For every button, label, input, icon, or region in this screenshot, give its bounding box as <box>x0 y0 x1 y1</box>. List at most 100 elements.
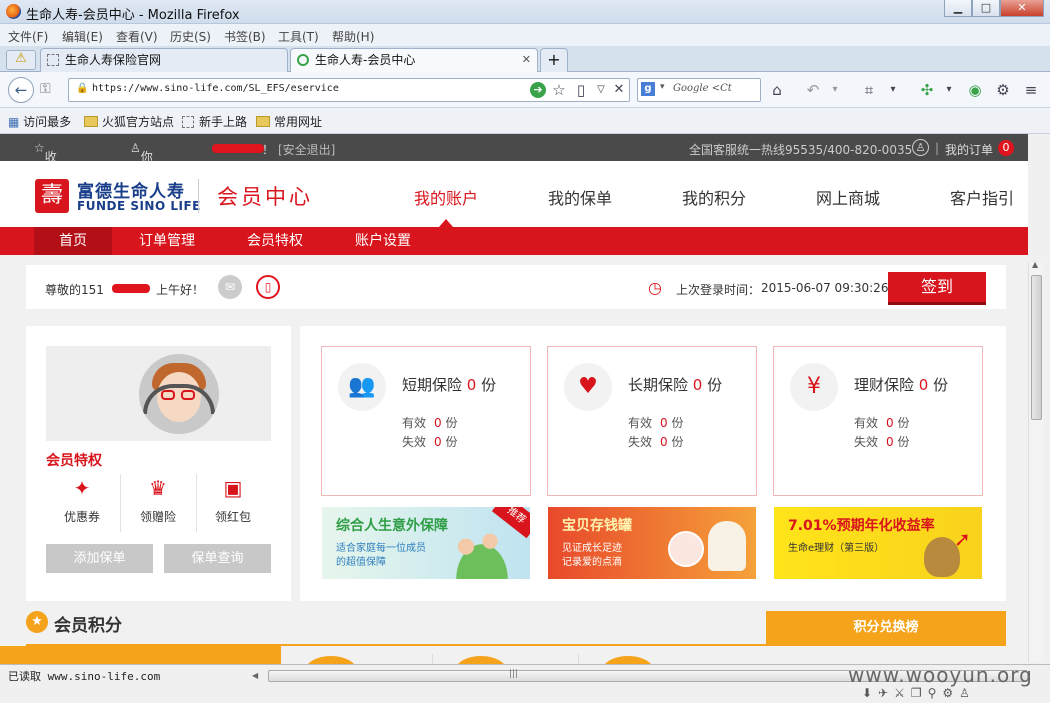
long-term-insurance-card[interactable]: ♥ 长期保险 0 份 有效 0 份 失效 0 份 <box>547 346 757 496</box>
extension-icon[interactable]: ⚙ <box>994 81 1012 99</box>
addon-dropdown-icon[interactable]: ▾ <box>940 81 958 99</box>
maximize-button[interactable]: □ <box>972 0 1000 17</box>
tab-member-center[interactable]: 生命人寿-会员中心 ✕ <box>290 48 538 73</box>
new-tab-button[interactable]: + <box>540 48 568 72</box>
sign-in-button[interactable]: 签到 <box>888 272 986 305</box>
undo-icon[interactable]: ↶ <box>804 81 822 99</box>
query-policy-button[interactable]: 保单查询 <box>164 544 271 573</box>
invalid-count: 失效 0 份 <box>854 435 910 449</box>
phone-icon[interactable]: ▯ <box>256 275 280 299</box>
user-icon[interactable]: ♙ <box>912 139 929 156</box>
undo-dropdown-icon[interactable]: ▾ <box>826 81 844 99</box>
gift-insurance-perk[interactable]: ♛ 领赠险 <box>123 476 193 525</box>
loading-icon <box>297 54 309 66</box>
home-icon[interactable]: ⌂ <box>768 81 786 99</box>
crop-icon[interactable]: ⌗ <box>860 81 878 99</box>
piggy-bank-banner[interactable]: 宝贝存钱罐 见证成长足迹 记录爱的点滴 <box>548 507 756 579</box>
redaction-mark <box>112 284 150 293</box>
logo-english-name[interactable]: FUNDE SINO LIFE <box>77 199 201 213</box>
page-icon <box>47 54 59 66</box>
scroll-up-icon[interactable]: ▲ <box>1032 260 1038 269</box>
google-icon[interactable]: g <box>641 82 655 96</box>
close-window-button[interactable]: ✕ <box>1000 0 1044 17</box>
navigation-toolbar: ← ⚿ 🔒 https://www.sino-life.com/SL_EFS/e… <box>0 72 1050 108</box>
sub-navigation: 首页 订单管理 会员特权 账户设置 <box>0 227 1028 255</box>
chat-icon[interactable]: ◉ <box>966 81 984 99</box>
banner-title: 7.01%预期年化收益率 <box>788 518 935 534</box>
search-engine-dropdown-icon[interactable]: ▾ <box>660 82 665 92</box>
addon-icon[interactable]: ✣ <box>918 81 936 99</box>
last-login-label: 上次登录时间： <box>676 283 761 297</box>
gift-icon: ▣ <box>223 476 243 500</box>
yen-icon: ¥ <box>790 363 838 411</box>
subnav-settings[interactable]: 账户设置 <box>344 227 422 255</box>
card-title: 理财保险 0 份 <box>854 376 949 394</box>
subnav-privileges[interactable]: 会员特权 <box>236 227 314 255</box>
my-orders-link[interactable]: 我的订单 <box>945 141 993 158</box>
mobile-icon[interactable]: ▯ <box>572 81 590 99</box>
valid-count: 有效 0 份 <box>854 416 910 430</box>
key-icon[interactable]: ⚿ <box>40 81 51 97</box>
policy-overview: 👥 短期保险 0 份 有效 0 份 失效 0 份 ♥ 长期保险 0 份 有效 0 份 … <box>300 326 1006 601</box>
star-bookmark-icon[interactable]: ☆ <box>550 81 568 99</box>
invalid-count: 失效 0 份 <box>402 435 458 449</box>
subnav-orders[interactable]: 订单管理 <box>128 227 206 255</box>
warning-icon[interactable]: ⚠ <box>6 50 36 70</box>
nav-online-mall[interactable]: 网上商城 <box>816 185 880 209</box>
nav-customer-guide[interactable]: 客户指引 <box>950 185 1014 209</box>
bookmark-getting-started[interactable]: 新手上路 <box>182 113 247 130</box>
bookmark-common-sites[interactable]: 常用网址 <box>256 113 322 130</box>
menu-history[interactable]: 历史(S) <box>170 28 211 45</box>
coupon-perk[interactable]: ✦ 优惠券 <box>47 476 117 525</box>
menu-help[interactable]: 帮助(H) <box>332 28 374 45</box>
bag-icon: ♛ <box>149 476 167 500</box>
points-exchange-tab[interactable]: 积分兑换榜 <box>766 611 1006 645</box>
search-placeholder: Google <Ct <box>673 83 732 94</box>
menu-bookmarks[interactable]: 书签(B) <box>224 28 266 45</box>
invalid-count: 失效 0 份 <box>628 435 684 449</box>
nav-my-policies[interactable]: 我的保单 <box>548 185 612 209</box>
url-text[interactable]: https://www.sino-life.com/SL_EFS/eservic… <box>92 83 339 94</box>
menu-tools[interactable]: 工具(T) <box>278 28 319 45</box>
redaction-mark <box>212 144 264 153</box>
member-center-title: 会员中心 <box>217 185 313 209</box>
funde-logo-icon[interactable]: 壽 <box>35 179 69 213</box>
order-count-badge: 0 <box>998 140 1014 156</box>
addon-bar-icons[interactable]: ⬇✈⚔❐⚲⚙♙ <box>862 686 1042 700</box>
nav-my-account[interactable]: 我的账户 <box>414 185 478 209</box>
bookmark-firefox-site[interactable]: 火狐官方站点 <box>84 113 174 130</box>
tab-sino-life-home[interactable]: 生命人寿保险官网 <box>40 48 288 72</box>
accident-insurance-banner[interactable]: 综合人生意外保障 适合家庭每一位成员 的超值保障 推荐 <box>322 507 530 579</box>
menu-icon[interactable]: ≡ <box>1022 81 1040 99</box>
scroll-left-icon[interactable]: ◀ <box>252 671 258 680</box>
menu-view[interactable]: 查看(V) <box>116 28 158 45</box>
menu-file[interactable]: 文件(F) <box>8 28 48 45</box>
tab-label: 生命人寿-会员中心 <box>315 53 416 67</box>
tab-bar: ⚠ 生命人寿保险官网 生命人寿-会员中心 ✕ + <box>0 46 1050 73</box>
go-icon[interactable]: ➔ <box>530 82 546 98</box>
menu-edit[interactable]: 编辑(E) <box>62 28 103 45</box>
back-button[interactable]: ← <box>8 77 34 103</box>
person-heart-icon: ♥ <box>564 363 612 411</box>
close-tab-icon[interactable]: ✕ <box>522 49 531 71</box>
site-header: 壽 富德生命人寿 FUNDE SINO LIFE 会员中心 我的账户 我的保单 … <box>0 161 1028 227</box>
avatar[interactable] <box>139 354 219 434</box>
add-policy-button[interactable]: 添加保单 <box>46 544 153 573</box>
wealth-insurance-card[interactable]: ¥ 理财保险 0 份 有效 0 份 失效 0 份 <box>773 346 983 496</box>
status-text: 已读取 www.sino-life.com <box>8 670 161 683</box>
nav-my-points[interactable]: 我的积分 <box>682 185 746 209</box>
vertical-scroll-thumb[interactable] <box>1031 275 1042 420</box>
favorite-site-link[interactable]: ☆ 收藏本站 <box>34 141 57 215</box>
subnav-home[interactable]: 首页 <box>34 227 112 255</box>
crop-dropdown-icon[interactable]: ▾ <box>884 81 902 99</box>
mail-icon[interactable]: ✉ <box>218 275 242 299</box>
red-packet-perk[interactable]: ▣ 领红包 <box>198 476 268 525</box>
minimize-button[interactable]: ▁ <box>944 0 972 17</box>
bookmark-most-visited[interactable]: ▦ 访问最多 <box>8 113 71 130</box>
short-term-insurance-card[interactable]: 👥 短期保险 0 份 有效 0 份 失效 0 份 <box>321 346 531 496</box>
logout-link[interactable]: [安全退出] <box>278 141 335 158</box>
dropdown-icon[interactable]: ▽ <box>592 81 610 99</box>
wealth-product-banner[interactable]: 7.01%预期年化收益率 生命e理财（第三版） ➚ <box>774 507 982 579</box>
points-circle <box>305 656 357 664</box>
clear-url-icon[interactable]: ✕ <box>610 81 628 99</box>
